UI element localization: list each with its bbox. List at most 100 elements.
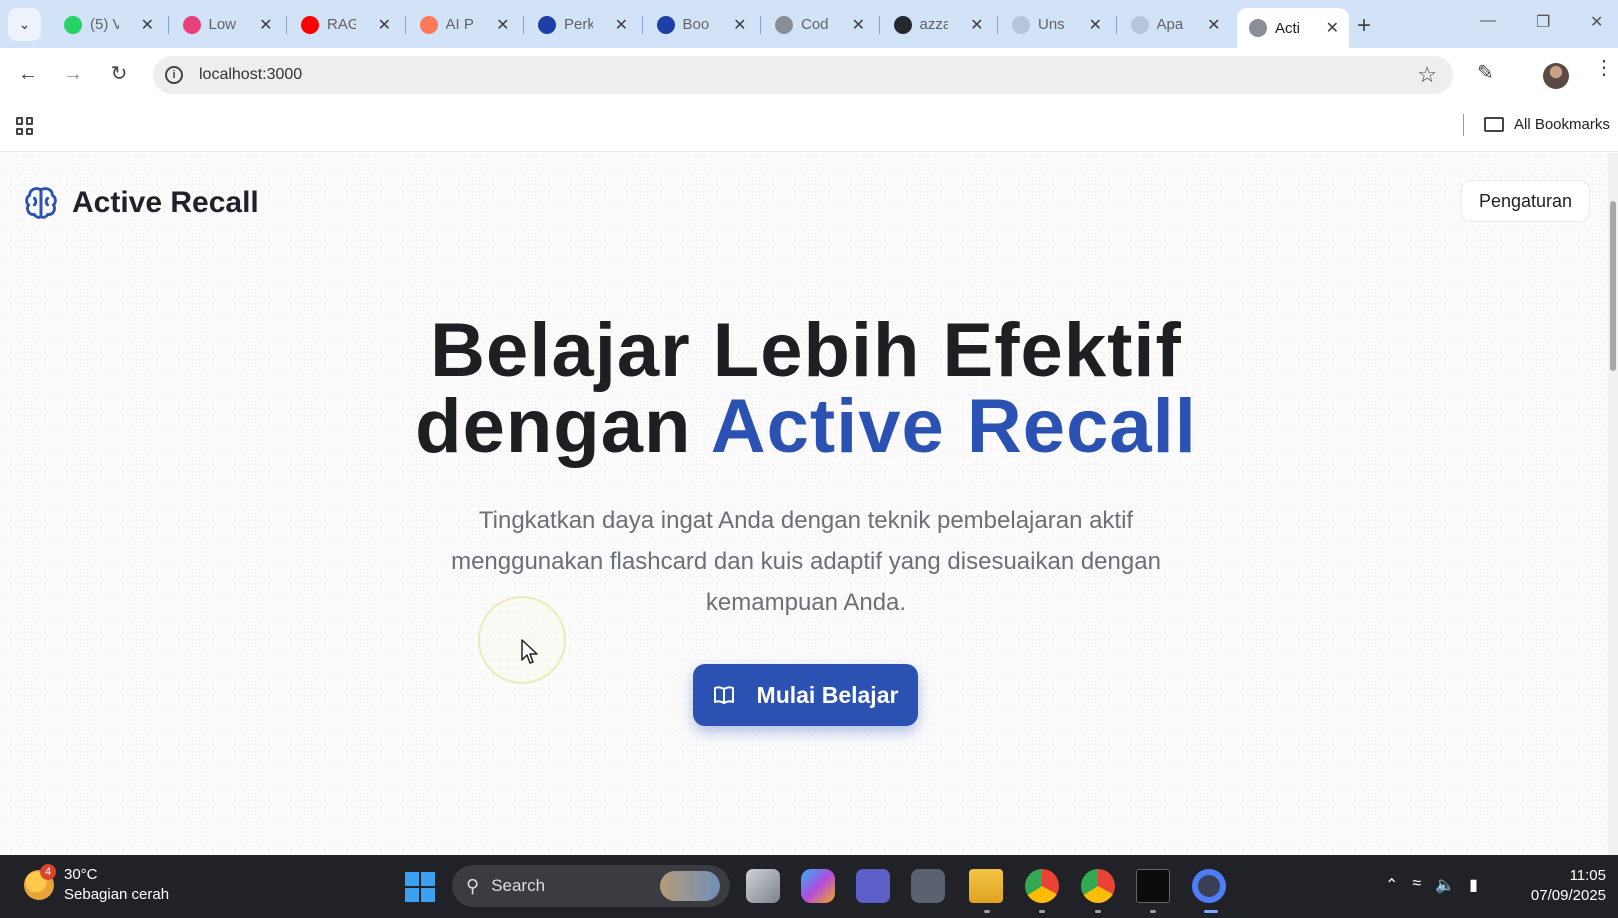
bookmark-star-icon[interactable]: ☆ bbox=[1417, 62, 1437, 88]
brand[interactable]: Active Recall bbox=[22, 184, 259, 222]
unsplash-icon bbox=[1012, 15, 1030, 34]
search-icon: ⚲ bbox=[466, 875, 480, 896]
forward-arrow-icon[interactable]: → bbox=[61, 62, 85, 86]
github-icon bbox=[893, 15, 912, 34]
start-learning-button[interactable]: Mulai Belajar bbox=[693, 664, 918, 726]
tab-1[interactable]: Low ✕ bbox=[171, 8, 283, 41]
new-tab-button[interactable]: + bbox=[1357, 12, 1371, 40]
browser-toolbar: ← → ↻ i localhost:3000 ☆ bbox=[0, 48, 1618, 100]
file-explorer-icon[interactable] bbox=[969, 869, 1003, 903]
copilot-icon[interactable] bbox=[801, 869, 835, 903]
taskbar-search[interactable]: ⚲ Search bbox=[452, 865, 730, 907]
open-book-icon bbox=[713, 686, 734, 704]
tab-8[interactable]: Uns ✕ bbox=[1000, 8, 1112, 41]
page-scrollbar[interactable] bbox=[1608, 153, 1618, 855]
tab-10[interactable]: Acti ✕ bbox=[1237, 8, 1349, 48]
speaker-icon[interactable]: 🔈 bbox=[1435, 875, 1455, 895]
tab-separator bbox=[523, 16, 524, 34]
checkmark-icon bbox=[656, 15, 675, 34]
site-info-icon[interactable]: i bbox=[165, 66, 183, 84]
windows-taskbar: 4 30°C Sebagian cerah ⚲ Search ⌃ ≈ 🔈 ▮ 1… bbox=[0, 855, 1618, 918]
clock-time: 11:05 bbox=[1569, 867, 1606, 884]
weather-badge: 4 bbox=[40, 864, 56, 880]
chrome-icon[interactable] bbox=[1025, 869, 1059, 903]
hero-accent-text: Active Recall bbox=[710, 384, 1197, 469]
whatsapp-icon bbox=[64, 15, 82, 34]
running-indicator bbox=[984, 910, 990, 913]
running-indicator bbox=[1039, 910, 1045, 913]
partly-sunny-icon: 4 bbox=[24, 864, 56, 900]
tab-9[interactable]: Apa ✕ bbox=[1119, 8, 1231, 41]
tab-5[interactable]: Boo ✕ bbox=[645, 8, 757, 41]
camera-icon[interactable] bbox=[911, 869, 945, 903]
close-tab-icon[interactable]: ✕ bbox=[852, 15, 865, 35]
tab-title: Low bbox=[208, 16, 237, 33]
profile-avatar[interactable] bbox=[1543, 63, 1569, 89]
close-tab-icon[interactable]: ✕ bbox=[970, 15, 983, 35]
taskbar-clock[interactable]: 11:05 07/09/2025 bbox=[1520, 866, 1606, 906]
tab-separator bbox=[286, 16, 287, 34]
start-learning-label: Mulai Belajar bbox=[756, 681, 899, 708]
close-tab-icon[interactable]: ✕ bbox=[259, 15, 272, 35]
tab-separator bbox=[167, 16, 169, 34]
settings-button[interactable]: Pengaturan bbox=[1461, 180, 1590, 222]
restore-icon[interactable]: ❐ bbox=[1536, 12, 1550, 32]
globe-icon bbox=[775, 15, 793, 34]
hero-line-2: dengan Active Recall bbox=[0, 389, 1612, 465]
weather-widget[interactable]: 4 30°C Sebagian cerah bbox=[24, 864, 170, 905]
teams-icon[interactable] bbox=[856, 869, 890, 903]
close-tab-icon[interactable]: ✕ bbox=[1207, 15, 1220, 35]
tab-title: Uns bbox=[1038, 16, 1065, 33]
tab-title: Cod bbox=[801, 16, 829, 33]
reload-icon[interactable]: ↻ bbox=[107, 62, 131, 86]
brain-icon bbox=[25, 187, 57, 219]
search-highlight-image bbox=[660, 871, 720, 901]
extensions-icon[interactable]: ✎ bbox=[1477, 60, 1494, 85]
tab-title: AI P bbox=[445, 16, 474, 33]
tab-title: Acti bbox=[1275, 19, 1301, 37]
tab-search-button[interactable]: ⌄ bbox=[8, 8, 41, 41]
tab-2[interactable]: RAG ✕ bbox=[289, 8, 401, 41]
tab-title: Perk bbox=[564, 16, 593, 33]
recorder-app-icon[interactable] bbox=[1192, 869, 1226, 903]
tab-3[interactable]: AI P ✕ bbox=[408, 8, 520, 41]
close-tab-icon[interactable]: ✕ bbox=[141, 15, 154, 35]
battery-icon[interactable]: ▮ bbox=[1469, 875, 1478, 895]
windows-start-icon[interactable] bbox=[405, 872, 435, 902]
tab-7[interactable]: azza ✕ bbox=[882, 8, 994, 41]
globe-icon bbox=[1249, 19, 1267, 37]
scrollbar-thumb[interactable] bbox=[1610, 201, 1616, 371]
back-arrow-icon[interactable]: ← bbox=[16, 62, 40, 86]
tab-separator bbox=[760, 16, 761, 34]
chevron-up-icon[interactable]: ⌃ bbox=[1385, 875, 1398, 895]
chrome-profile-icon[interactable] bbox=[1081, 869, 1115, 903]
close-tab-icon[interactable]: ✕ bbox=[378, 15, 391, 35]
close-tab-icon[interactable]: ✕ bbox=[733, 15, 746, 35]
hero-line-1: Belajar Lebih Efektif bbox=[430, 308, 1182, 393]
system-tray: ⌃ ≈ 🔈 ▮ bbox=[1385, 875, 1478, 895]
close-tab-icon[interactable]: ✕ bbox=[615, 15, 628, 35]
minimize-icon[interactable]: — bbox=[1480, 12, 1496, 30]
folder-icon bbox=[1484, 117, 1504, 132]
globe-icon bbox=[1130, 15, 1149, 34]
menu-dots-icon[interactable]: ⋮ bbox=[1594, 58, 1614, 78]
task-view-icon[interactable] bbox=[746, 869, 780, 903]
close-tab-icon[interactable]: ✕ bbox=[1089, 15, 1102, 35]
address-bar[interactable]: i localhost:3000 ☆ bbox=[153, 56, 1453, 94]
close-tab-icon[interactable]: ✕ bbox=[1326, 18, 1339, 38]
terminal-icon[interactable] bbox=[1136, 869, 1170, 903]
tab-6[interactable]: Cod ✕ bbox=[763, 8, 875, 41]
wifi-icon[interactable]: ≈ bbox=[1412, 875, 1421, 895]
weather-desc: Sebagian cerah bbox=[64, 886, 170, 903]
bookmarks-divider bbox=[1463, 114, 1464, 136]
all-bookmarks-button[interactable]: All Bookmarks bbox=[1484, 116, 1610, 133]
close-tab-icon[interactable]: ✕ bbox=[496, 15, 509, 35]
tab-0[interactable]: (5) V ✕ bbox=[52, 8, 164, 41]
all-bookmarks-label: All Bookmarks bbox=[1514, 116, 1610, 133]
close-window-icon[interactable]: ✕ bbox=[1590, 12, 1603, 32]
tumblr-icon bbox=[182, 15, 201, 34]
tab-title: RAG bbox=[327, 16, 356, 33]
apps-grid-icon[interactable] bbox=[16, 117, 34, 135]
tab-4[interactable]: Perk ✕ bbox=[526, 8, 638, 41]
tab-separator bbox=[997, 16, 998, 34]
